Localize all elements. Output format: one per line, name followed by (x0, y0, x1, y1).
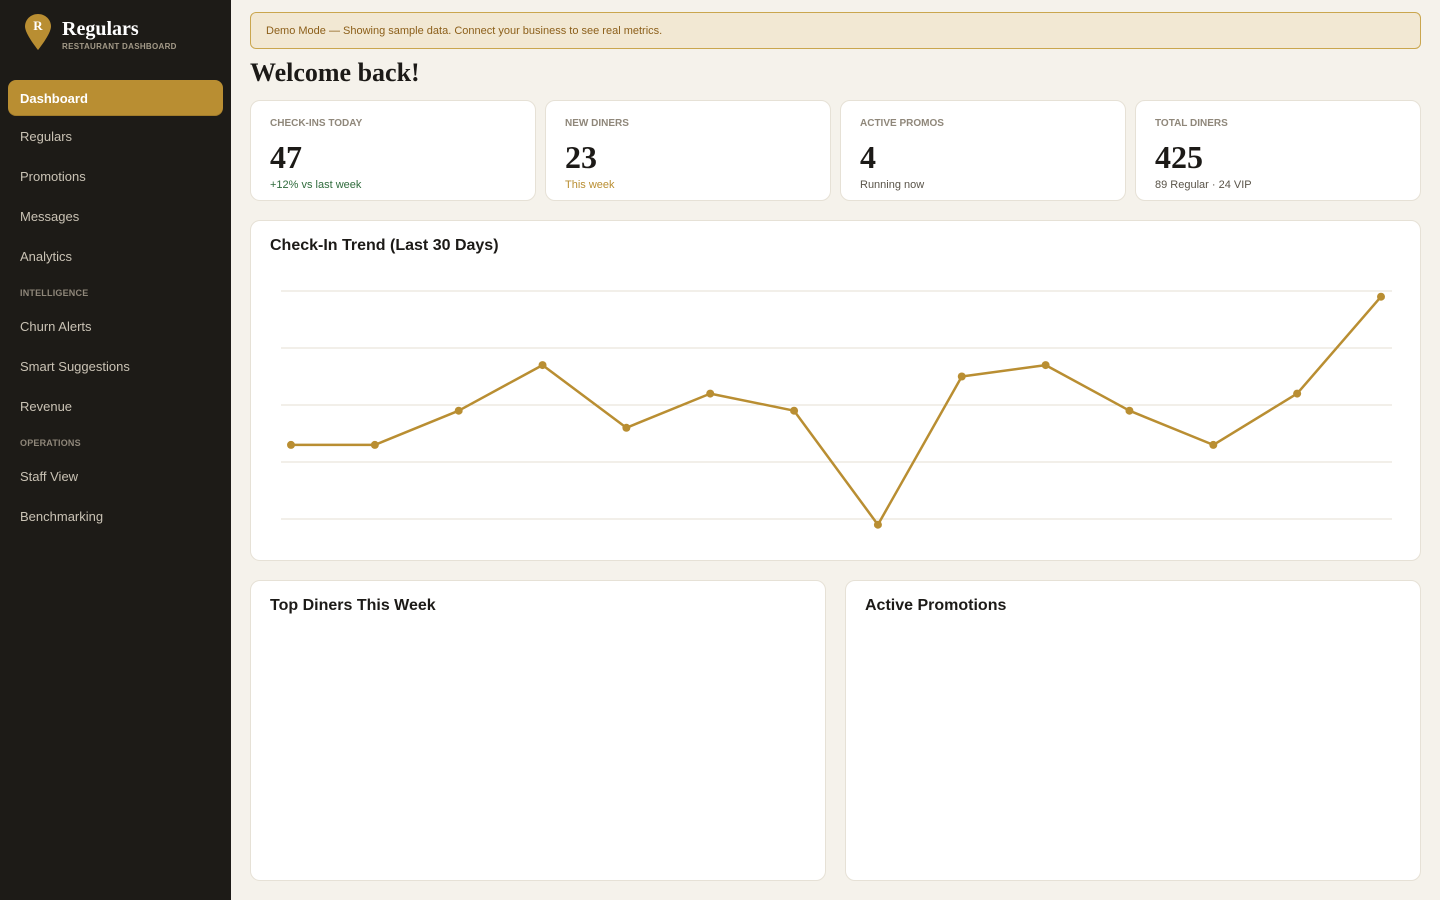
stat-value: 4 (860, 139, 876, 175)
sidebar-item-promotions[interactable]: Promotions (8, 158, 223, 194)
sidebar-item-messages[interactable]: Messages (8, 198, 223, 234)
chart-point[interactable] (873, 520, 882, 529)
chart-point[interactable] (622, 423, 631, 432)
stat-subtext: +12% vs last week (270, 179, 362, 191)
chart-point[interactable] (1209, 440, 1218, 449)
stat-label: TOTAL DINERS (1155, 118, 1228, 129)
chart-point[interactable] (706, 389, 715, 398)
stat-card-active-promos: ACTIVE PROMOS 4 Running now (840, 100, 1126, 201)
chart-point[interactable] (1125, 406, 1134, 415)
sidebar-item-churn-alerts[interactable]: Churn Alerts (8, 308, 223, 344)
logo-letter: R (33, 18, 43, 33)
stat-value: 425 (1155, 139, 1203, 175)
page-title: Welcome back! (250, 58, 420, 87)
stat-card-check-ins: CHECK-INS TODAY 47 +12% vs last week (250, 100, 536, 201)
brand-name: Regulars (62, 18, 139, 40)
demo-mode-text: Demo Mode — Showing sample data. Connect… (266, 24, 663, 37)
sidebar-item-staff-view[interactable]: Staff View (8, 458, 223, 494)
sidebar-item-dashboard[interactable]: Dashboard (8, 80, 223, 116)
chart-point[interactable] (1377, 292, 1385, 301)
chart-point[interactable] (538, 361, 547, 370)
sidebar-item-smart-suggestions[interactable]: Smart Suggestions (8, 348, 223, 384)
sidebar-section-operations: OPERATIONS (20, 438, 81, 448)
chart-point[interactable] (1293, 389, 1302, 398)
active-promotions-panel: Active Promotions (845, 580, 1421, 881)
stat-card-new-diners: NEW DINERS 23 This week (545, 100, 831, 201)
brand-subtitle: RESTAURANT DASHBOARD (62, 42, 177, 51)
chart-point[interactable] (454, 406, 463, 415)
panel-title: Active Promotions (865, 597, 1007, 614)
sidebar-item-revenue[interactable]: Revenue (8, 388, 223, 424)
sidebar-item-analytics[interactable]: Analytics (8, 238, 223, 274)
chart-point[interactable] (1041, 361, 1050, 370)
sidebar: R Regulars RESTAURANT DASHBOARD Dashboar… (0, 0, 231, 900)
stat-subtext: 89 Regular · 24 VIP (1155, 179, 1252, 191)
demo-mode-banner: Demo Mode — Showing sample data. Connect… (250, 12, 1421, 49)
brand[interactable]: R Regulars RESTAURANT DASHBOARD (24, 13, 224, 53)
stat-label: ACTIVE PROMOS (860, 118, 944, 129)
stat-label: CHECK-INS TODAY (270, 118, 363, 129)
panel-title: Top Diners This Week (270, 597, 436, 614)
stat-card-total-diners: TOTAL DINERS 425 89 Regular · 24 VIP (1135, 100, 1421, 201)
stat-subtext: Running now (860, 179, 925, 191)
check-in-trend-panel: Check-In Trend (Last 30 Days) (250, 220, 1421, 561)
location-pin-logo-icon: R (25, 14, 51, 50)
top-diners-panel: Top Diners This Week (250, 580, 826, 881)
chart-point[interactable] (957, 372, 966, 381)
sidebar-item-regulars[interactable]: Regulars (8, 118, 223, 154)
check-in-trend-chart (281, 290, 1392, 529)
stat-value: 23 (565, 139, 597, 175)
chart-point[interactable] (370, 440, 379, 449)
stat-label: NEW DINERS (565, 118, 629, 129)
chart-point[interactable] (287, 440, 295, 449)
chart-series-line (291, 295, 1382, 526)
sidebar-item-benchmarking[interactable]: Benchmarking (8, 498, 223, 534)
stat-subtext: This week (565, 179, 615, 191)
chart-point[interactable] (790, 406, 799, 415)
stat-value: 47 (270, 139, 302, 175)
sidebar-section-intelligence: INTELLIGENCE (20, 288, 89, 298)
